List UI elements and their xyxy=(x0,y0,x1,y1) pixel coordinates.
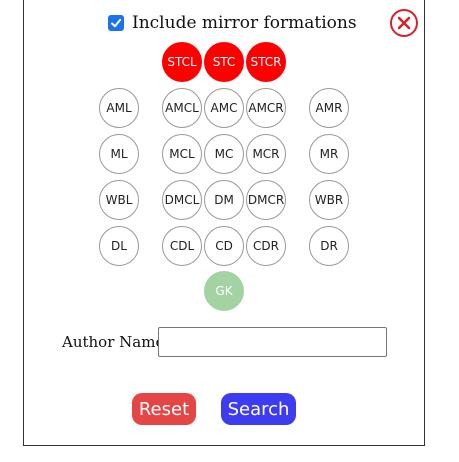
position-dl[interactable]: DL xyxy=(99,226,139,266)
position-dmcl[interactable]: DMCL xyxy=(162,180,202,220)
position-amcl[interactable]: AMCL xyxy=(162,88,202,128)
position-aml[interactable]: AML xyxy=(99,88,139,128)
author-name-label: Author Name: xyxy=(62,333,170,351)
position-cdr[interactable]: CDR xyxy=(246,226,286,266)
position-dmcr[interactable]: DMCR xyxy=(246,180,286,220)
mirror-formations-label: Include mirror formations xyxy=(132,13,357,33)
position-amr[interactable]: AMR xyxy=(309,88,349,128)
position-dr[interactable]: DR xyxy=(309,226,349,266)
position-stcr[interactable]: STCR xyxy=(246,42,286,82)
author-name-input[interactable] xyxy=(158,327,387,357)
position-wbl[interactable]: WBL xyxy=(99,180,139,220)
search-button[interactable]: Search xyxy=(221,393,296,425)
position-mr[interactable]: MR xyxy=(309,134,349,174)
position-gk[interactable]: GK xyxy=(204,271,244,311)
mirror-formations-checkbox[interactable] xyxy=(108,15,124,31)
mirror-formations-option[interactable]: Include mirror formations xyxy=(108,12,357,34)
position-cdl[interactable]: CDL xyxy=(162,226,202,266)
checkmark-icon xyxy=(111,18,122,28)
position-dm[interactable]: DM xyxy=(204,180,244,220)
position-amcr[interactable]: AMCR xyxy=(246,88,286,128)
close-circle-icon xyxy=(397,16,411,30)
position-mcl[interactable]: MCL xyxy=(162,134,202,174)
position-ml[interactable]: ML xyxy=(99,134,139,174)
reset-button[interactable]: Reset xyxy=(132,393,196,425)
position-stcl[interactable]: STCL xyxy=(162,42,202,82)
position-cd[interactable]: CD xyxy=(204,226,244,266)
close-button[interactable] xyxy=(390,9,418,37)
position-wbr[interactable]: WBR xyxy=(309,180,349,220)
position-mcr[interactable]: MCR xyxy=(246,134,286,174)
position-stc[interactable]: STC xyxy=(204,42,244,82)
position-mc[interactable]: MC xyxy=(204,134,244,174)
position-amc[interactable]: AMC xyxy=(204,88,244,128)
